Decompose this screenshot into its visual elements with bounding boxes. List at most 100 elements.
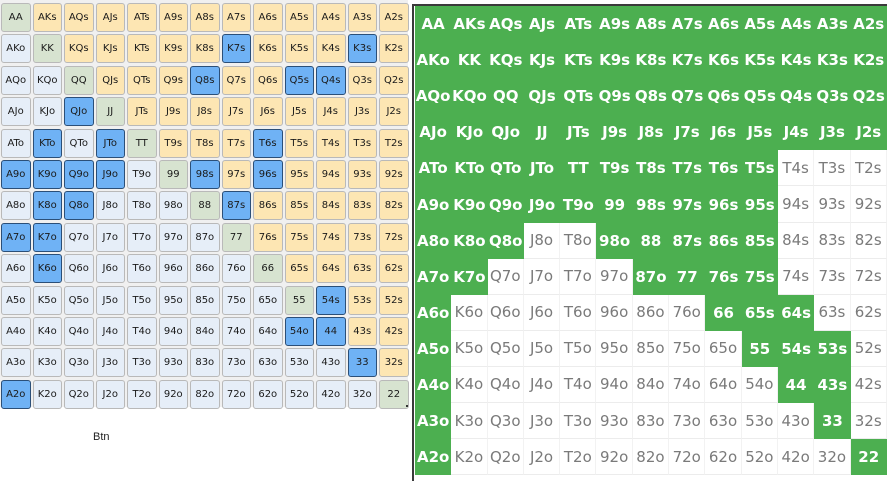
left-cell-98o[interactable]: 98o	[158, 191, 188, 221]
right-cell-65o[interactable]: 65o	[705, 330, 742, 367]
left-cell-JTo[interactable]: JTo	[95, 128, 125, 158]
left-cell-52o[interactable]: 52o	[284, 379, 314, 409]
right-cell-97o[interactable]: 97o	[596, 258, 633, 295]
right-cell-ATs[interactable]: ATs	[560, 6, 597, 43]
left-cell-J6s[interactable]: J6s	[253, 97, 283, 127]
left-cell-T9s[interactable]: T9s	[158, 128, 188, 158]
left-cell-Q5o[interactable]: Q5o	[64, 285, 94, 315]
left-cell-82s[interactable]: 82s	[379, 191, 409, 221]
right-cell-A4o[interactable]: A4o	[415, 366, 452, 404]
left-cell-K5o[interactable]: K5o	[32, 285, 62, 315]
right-cell-A2s[interactable]: A2s	[850, 6, 887, 43]
left-cell-JJ[interactable]: JJ	[95, 97, 125, 127]
right-cell-T6o[interactable]: T6o	[560, 294, 597, 331]
left-cell-64s[interactable]: 64s	[316, 254, 346, 284]
left-cell-T6s[interactable]: T6s	[253, 128, 283, 158]
right-cell-54o[interactable]: 54o	[741, 366, 778, 404]
left-cell-A5s[interactable]: A5s	[284, 3, 314, 32]
right-cell-Q8o[interactable]: Q8o	[487, 222, 524, 259]
left-cell-72s[interactable]: 72s	[379, 222, 409, 252]
right-cell-T5s[interactable]: T5s	[741, 150, 778, 187]
right-cell-K5s[interactable]: K5s	[741, 42, 778, 79]
left-cell-KTs[interactable]: KTs	[127, 34, 157, 64]
left-cell-J5s[interactable]: J5s	[284, 97, 314, 127]
right-cell-J7o[interactable]: J7o	[523, 258, 561, 295]
right-cell-K6s[interactable]: K6s	[705, 42, 742, 79]
left-cell-J3o[interactable]: J3o	[95, 348, 125, 378]
right-cell-65s[interactable]: 65s	[741, 294, 778, 331]
left-cell-A8o[interactable]: A8o	[1, 191, 31, 221]
left-cell-A6s[interactable]: A6s	[253, 3, 283, 32]
left-cell-A3o[interactable]: A3o	[1, 348, 31, 378]
left-cell-A9s[interactable]: A9s	[158, 3, 188, 32]
left-cell-J2s[interactable]: J2s	[379, 97, 409, 127]
left-cell-K6o[interactable]: K6o	[32, 254, 62, 284]
right-cell-A8o[interactable]: A8o	[415, 222, 452, 259]
right-cell-Q9o[interactable]: Q9o	[487, 186, 524, 223]
right-cell-J6s[interactable]: J6s	[705, 114, 742, 151]
left-cell-A2o[interactable]: A2o	[1, 379, 31, 409]
right-cell-T7o[interactable]: T7o	[560, 258, 597, 295]
left-cell-A7o[interactable]: A7o	[1, 222, 31, 252]
right-cell-J8s[interactable]: J8s	[632, 114, 670, 151]
left-cell-J7s[interactable]: J7s	[221, 97, 251, 127]
right-cell-76s[interactable]: 76s	[705, 258, 742, 295]
right-cell-Q6o[interactable]: Q6o	[487, 294, 524, 331]
right-cell-93o[interactable]: 93o	[596, 403, 633, 440]
right-cell-74o[interactable]: 74o	[669, 366, 706, 404]
right-cell-54s[interactable]: 54s	[777, 330, 815, 367]
right-cell-AQo[interactable]: AQo	[415, 78, 452, 115]
right-cell-Q4o[interactable]: Q4o	[487, 366, 524, 404]
left-cell-K6s[interactable]: K6s	[253, 34, 283, 64]
left-cell-97o[interactable]: 97o	[158, 222, 188, 252]
right-cell-J2o[interactable]: J2o	[523, 439, 561, 476]
left-cell-KJo[interactable]: KJo	[32, 97, 62, 127]
left-cell-ATs[interactable]: ATs	[127, 3, 157, 32]
right-cell-A6o[interactable]: A6o	[415, 294, 452, 331]
right-cell-T4o[interactable]: T4o	[560, 366, 597, 404]
right-cell-T2s[interactable]: T2s	[850, 150, 887, 187]
left-cell-32s[interactable]: 32s	[379, 348, 409, 378]
left-cell-42o[interactable]: 42o	[316, 379, 346, 409]
left-cell-62o[interactable]: 62o	[253, 379, 283, 409]
right-cell-43o[interactable]: 43o	[777, 403, 815, 440]
right-cell-K8o[interactable]: K8o	[451, 222, 488, 259]
right-cell-ATo[interactable]: ATo	[415, 150, 452, 187]
right-cell-62o[interactable]: 62o	[705, 439, 742, 476]
left-cell-KJs[interactable]: KJs	[95, 34, 125, 64]
right-cell-Q3s[interactable]: Q3s	[814, 78, 851, 115]
left-cell-75s[interactable]: 75s	[284, 222, 314, 252]
right-cell-83o[interactable]: 83o	[632, 403, 670, 440]
left-cell-Q8s[interactable]: Q8s	[190, 65, 220, 95]
left-cell-22[interactable]: 22	[379, 379, 409, 409]
left-cell-QTs[interactable]: QTs	[127, 65, 157, 95]
left-cell-42s[interactable]: 42s	[379, 316, 409, 346]
left-cell-KTo[interactable]: KTo	[32, 128, 62, 158]
left-cell-Q4o[interactable]: Q4o	[64, 316, 94, 346]
right-cell-J7s[interactable]: J7s	[669, 114, 706, 151]
right-cell-52s[interactable]: 52s	[850, 330, 887, 367]
left-cell-K5s[interactable]: K5s	[284, 34, 314, 64]
right-cell-QTs[interactable]: QTs	[560, 78, 597, 115]
right-cell-AA[interactable]: AA	[415, 6, 452, 43]
right-cell-44[interactable]: 44	[777, 366, 815, 404]
right-cell-64o[interactable]: 64o	[705, 366, 742, 404]
right-cell-43s[interactable]: 43s	[814, 366, 851, 404]
right-cell-KTo[interactable]: KTo	[451, 150, 488, 187]
right-cell-62s[interactable]: 62s	[850, 294, 887, 331]
right-cell-32s[interactable]: 32s	[850, 403, 887, 440]
right-cell-76o[interactable]: 76o	[669, 294, 706, 331]
right-cell-T9o[interactable]: T9o	[560, 186, 597, 223]
left-cell-K9o[interactable]: K9o	[32, 159, 62, 189]
right-cell-QJo[interactable]: QJo	[487, 114, 524, 151]
left-cell-AA[interactable]: AA	[1, 3, 31, 32]
right-cell-A4s[interactable]: A4s	[777, 6, 815, 43]
left-cell-QJo[interactable]: QJo	[64, 97, 94, 127]
left-cell-A4s[interactable]: A4s	[316, 3, 346, 32]
right-cell-22[interactable]: 22	[850, 439, 887, 476]
right-cell-94s[interactable]: 94s	[777, 186, 815, 223]
left-cell-K3o[interactable]: K3o	[32, 348, 62, 378]
left-cell-Q7o[interactable]: Q7o	[64, 222, 94, 252]
right-cell-K2s[interactable]: K2s	[850, 42, 887, 79]
right-cell-K7s[interactable]: K7s	[669, 42, 706, 79]
